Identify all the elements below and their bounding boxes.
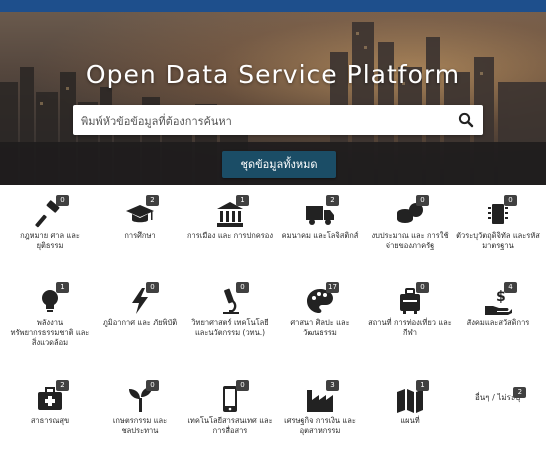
category-count-badge: 0: [56, 195, 69, 206]
category-count-badge: 0: [236, 380, 249, 391]
category-item-agriculture[interactable]: 0 เกษตรกรรม และชลประทาน: [95, 380, 185, 436]
category-count-badge: 2: [56, 380, 69, 391]
microscope-icon: [215, 288, 245, 320]
category-count-badge: 0: [416, 195, 429, 206]
category-label: เทคโนโลยีสารสนเทศ และการสื่อสาร: [187, 416, 273, 435]
category-label: เศรษฐกิจ การเงิน และอุตสาหกรรม: [284, 416, 356, 435]
category-count-badge: 0: [416, 282, 429, 293]
category-label: วิทยาศาสตร์ เทคโนโลยี และนวัตกรรม (วทน.): [191, 318, 269, 337]
category-count-badge: 0: [146, 380, 159, 391]
government-building-icon: [215, 202, 245, 233]
category-label: พลังงาน ทรัพยากรธรรมชาติ และสิ่งแวดล้อม: [10, 318, 90, 347]
category-item-politics[interactable]: 1 การเมือง และ การปกครอง: [185, 195, 275, 241]
luggage-icon: [395, 288, 425, 320]
category-count-badge: 17: [326, 282, 339, 293]
map-icon: [395, 389, 425, 418]
category-label: เกษตรกรรม และชลประทาน: [112, 416, 168, 435]
category-count-badge: 1: [416, 380, 429, 391]
search-input[interactable]: [79, 110, 453, 132]
microchip-icon: [483, 204, 513, 233]
hero-banner: Open Data Service Platform ชุดข้อมูลทั้ง…: [0, 12, 546, 185]
category-item-map[interactable]: 1 แผนที่: [365, 380, 455, 426]
seedling-icon: [125, 387, 155, 418]
category-item-economy[interactable]: 3 เศรษฐกิจ การเงิน และอุตสาหกรรม: [275, 380, 365, 436]
graduation-cap-icon: [125, 205, 155, 233]
lightning-icon: [125, 288, 155, 320]
category-count-badge: 0: [146, 282, 159, 293]
gavel-icon: [35, 200, 65, 233]
first-aid-kit-icon: [35, 387, 65, 418]
mobile-phone-icon: [215, 386, 245, 418]
category-count-badge: 1: [236, 195, 249, 206]
search-box: [73, 105, 483, 135]
hand-money-icon: $: [483, 289, 513, 320]
category-label: ศาสนา ศิลปะ และวัฒนธรรม: [290, 318, 350, 337]
page: Open Data Service Platform ชุดข้อมูลทั้ง…: [0, 0, 546, 455]
category-item-climate[interactable]: 0 ภูมิอากาศ และ ภัยพิบัติ: [95, 282, 185, 328]
category-item-budget[interactable]: 0 งบประมาณ และ การใช้จ่ายของภาครัฐ: [365, 195, 455, 251]
category-item-culture[interactable]: 17 ศาสนา ศิลปะ และวัฒนธรรม: [275, 282, 365, 338]
category-count-badge: 0: [504, 195, 517, 206]
category-item-digital-id[interactable]: 0 ตัวระบุวัตถุดิจิทัล และรหัสมาตรฐาน: [453, 195, 543, 251]
category-label: สถานที่ การท่องเที่ยว และกีฬา: [368, 318, 452, 337]
category-label: ตัวระบุวัตถุดิจิทัล และรหัสมาตรฐาน: [456, 231, 540, 250]
category-item-science[interactable]: 0 วิทยาศาสตร์ เทคโนโลยี และนวัตกรรม (วทน…: [185, 282, 275, 338]
search-icon[interactable]: [457, 111, 475, 129]
category-item-law[interactable]: 0 กฎหมาย ศาล และยุติธรรม: [5, 195, 95, 251]
hero-title: Open Data Service Platform: [85, 60, 461, 89]
industry-icon: [305, 390, 335, 418]
category-count-badge: 1: [56, 282, 69, 293]
category-item-transport[interactable]: 2 คมนาคม และโลจิสติกส์: [275, 195, 365, 241]
palette-icon: [305, 289, 335, 320]
category-item-other[interactable]: อื่นๆ / ไม่ระบุ 2: [475, 387, 527, 404]
lightbulb-icon: [35, 290, 65, 320]
category-item-social[interactable]: $ 4 สังคมและสวัสดิการ: [453, 282, 543, 328]
category-item-public-health[interactable]: 2 สาธารณสุข: [5, 380, 95, 426]
category-label: กฎหมาย ศาล และยุติธรรม: [20, 231, 80, 250]
category-item-tourism[interactable]: 0 สถานที่ การท่องเที่ยว และกีฬา: [365, 282, 455, 338]
category-item-energy[interactable]: 1 พลังงาน ทรัพยากรธรรมชาติ และสิ่งแวดล้อ…: [5, 282, 95, 348]
category-count-badge: 4: [504, 282, 517, 293]
coins-icon: [395, 203, 425, 233]
category-count-badge: 3: [326, 380, 339, 391]
all-datasets-button[interactable]: ชุดข้อมูลทั้งหมด: [222, 151, 336, 178]
category-count-badge: 2: [146, 195, 159, 206]
category-count-badge: 2: [513, 387, 527, 398]
category-item-ict[interactable]: 0 เทคโนโลยีสารสนเทศ และการสื่อสาร: [185, 380, 275, 436]
category-count-badge: 0: [236, 282, 249, 293]
category-item-education[interactable]: 2 การศึกษา: [95, 195, 185, 241]
truck-icon: [305, 206, 335, 233]
category-label: งบประมาณ และ การใช้จ่ายของภาครัฐ: [371, 231, 449, 250]
category-grid: 0 กฎหมาย ศาล และยุติธรรม 2 การศึกษา 1 กา…: [0, 185, 546, 455]
category-count-badge: 2: [326, 195, 339, 206]
